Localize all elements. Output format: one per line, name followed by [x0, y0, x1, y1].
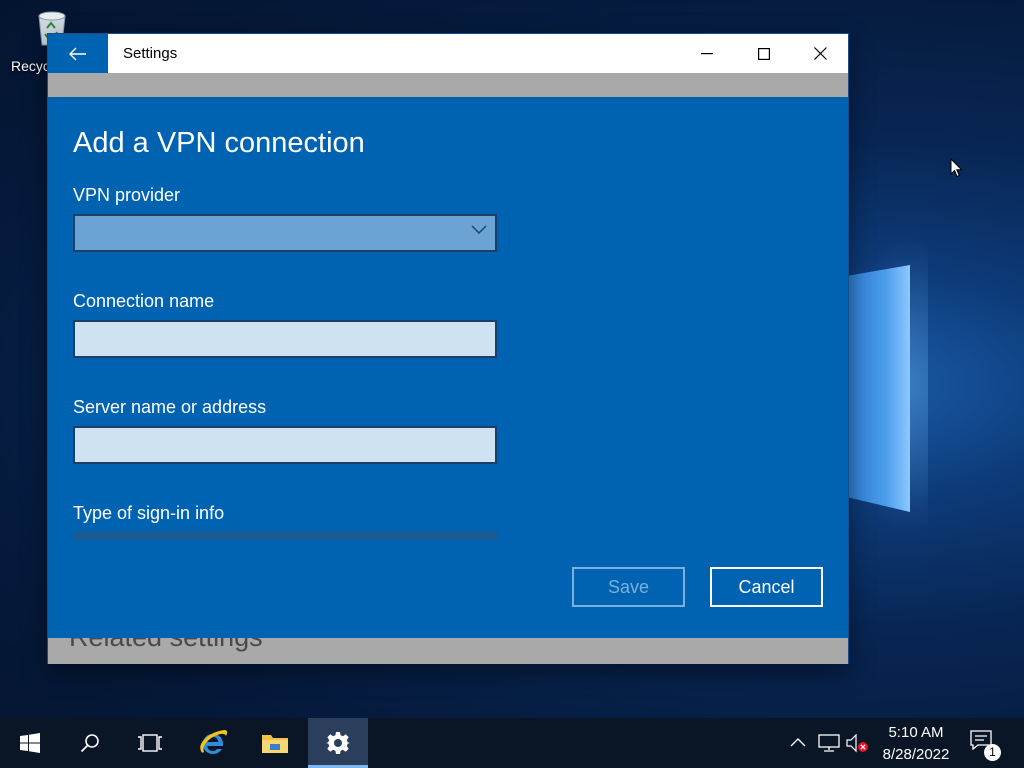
connection-name-label: Connection name: [73, 291, 215, 311]
chevron-up-icon[interactable]: [790, 737, 806, 747]
settings-taskbar-button[interactable]: [308, 718, 368, 768]
cancel-button[interactable]: Cancel: [710, 567, 823, 607]
task-view-icon: [138, 734, 162, 752]
vpn-provider-select[interactable]: [73, 214, 497, 252]
internet-explorer-button[interactable]: [183, 718, 243, 768]
mouse-cursor-icon: [950, 158, 963, 178]
signin-type-label: Type of sign-in info: [73, 503, 225, 523]
action-center-button[interactable]: 1: [970, 730, 1001, 761]
close-icon: [814, 47, 827, 60]
background-page-top: [48, 73, 848, 97]
system-clock[interactable]: 5:10 AM 8/28/2022: [872, 722, 960, 766]
settings-window: Settings Related settings Add a VPN conn…: [47, 33, 849, 664]
signin-type-select[interactable]: [73, 531, 497, 540]
arrow-left-icon: [69, 47, 86, 60]
notification-count-badge: 1: [984, 744, 1001, 761]
clock-time: 5:10 AM: [888, 724, 944, 741]
maximize-button[interactable]: [735, 34, 792, 73]
start-button[interactable]: [0, 718, 60, 768]
server-address-label: Server name or address: [73, 397, 267, 417]
minimize-button[interactable]: [678, 34, 735, 73]
dialog-title: Add a VPN connection: [73, 127, 365, 159]
add-vpn-dialog: Add a VPN connection VPN provider Connec…: [48, 97, 848, 638]
taskbar: 5:10 AM 8/28/2022 1: [0, 718, 1024, 768]
connection-name-input[interactable]: [73, 320, 497, 358]
clock-date: 8/28/2022: [882, 746, 950, 763]
search-button[interactable]: [60, 718, 120, 768]
search-icon: [80, 734, 99, 753]
folder-icon: [262, 735, 288, 753]
maximize-icon: [757, 47, 770, 60]
window-title: Settings: [123, 45, 178, 62]
network-icon[interactable]: [818, 734, 840, 752]
wallpaper-windows-logo: [838, 235, 928, 535]
save-button[interactable]: Save: [572, 567, 685, 607]
back-button[interactable]: [48, 34, 108, 73]
related-settings-heading: Related settings: [69, 638, 263, 653]
chevron-down-icon: [471, 225, 487, 234]
vpn-provider-label: VPN provider: [73, 185, 181, 205]
recycle-bin-label: Recyc: [11, 58, 50, 74]
task-view-button[interactable]: [120, 718, 180, 768]
gear-icon: [326, 732, 350, 754]
background-page-bottom: Related settings: [48, 638, 848, 664]
windows-logo-icon: [20, 733, 40, 753]
server-address-input[interactable]: [73, 426, 497, 464]
volume-muted-icon[interactable]: [846, 734, 870, 754]
close-button[interactable]: [792, 34, 849, 73]
minimize-icon: [700, 52, 713, 54]
ie-icon: [200, 730, 228, 754]
file-explorer-button[interactable]: [245, 718, 305, 768]
title-bar: Settings: [48, 34, 848, 73]
